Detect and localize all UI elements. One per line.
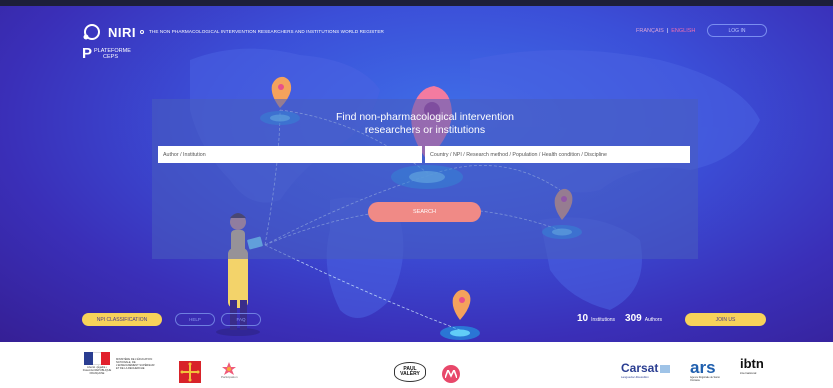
search-panel: Find non-pharmacological intervention re… xyxy=(152,99,698,259)
search-title-line2: researchers or institutions xyxy=(364,124,486,136)
plateforme-mark: P xyxy=(82,45,93,62)
map-pin-4 xyxy=(440,289,480,340)
ars-label: ars xyxy=(690,358,716,377)
occitanie-logo[interactable] xyxy=(179,361,201,383)
paul-valery-logo[interactable]: PAUL VALÉRY xyxy=(394,362,426,382)
logo-text: NIRI xyxy=(108,24,136,40)
join-us-button[interactable]: JOIN US xyxy=(685,313,766,326)
occitanie-cross-icon xyxy=(180,362,200,382)
language-switcher: FRANÇAIS | ENGLISH xyxy=(636,28,695,34)
faq-button[interactable]: FAQ xyxy=(221,313,261,326)
carsat-sub: Languedoc-Roussillon xyxy=(621,375,649,379)
carsat-badge-icon xyxy=(660,364,671,373)
lang-separator: | xyxy=(666,28,669,34)
tagline: THE NON PHARMACOLOGICAL INTERVENTION RES… xyxy=(140,29,384,34)
help-button[interactable]: HELP xyxy=(175,313,215,326)
hero-section: NIRI THE NON PHARMACOLOGICAL INTERVENTIO… xyxy=(0,0,833,342)
institutions-label: Institutions xyxy=(591,317,616,323)
tagline-dot-icon xyxy=(140,29,144,34)
login-button[interactable]: LOG IN xyxy=(707,24,767,37)
niri-logo[interactable]: NIRI xyxy=(82,22,136,42)
search-title: Find non-pharmacological intervention re… xyxy=(152,111,698,137)
stats-counter: 10 Institutions 309 Authors xyxy=(577,313,669,324)
tagline-text: THE NON PHARMACOLOGICAL INTERVENTION RES… xyxy=(149,29,384,34)
montpellier-m-icon xyxy=(445,370,457,378)
npi-classification-button[interactable]: NPI CLASSIFICATION xyxy=(82,313,162,326)
niri-logo-icon xyxy=(83,24,100,40)
search-button[interactable]: SEARCH xyxy=(368,202,481,222)
institutions-count: 10 xyxy=(577,313,589,324)
ministry-logo[interactable]: Liberté • Égalité • Fraternité RÉPUBLIQU… xyxy=(82,352,156,375)
plateforme-ceps-logo[interactable]: P PLATEFORME CEPS xyxy=(82,46,131,61)
criteria-input[interactable]: Country / NPI / Research method / Popula… xyxy=(425,146,690,163)
ars-logo[interactable]: ars Agence Régionale de Santé Occitanie xyxy=(690,358,730,382)
ars-sub: Agence Régionale de Santé Occitanie xyxy=(690,376,720,382)
ibtn-label: ibtn xyxy=(740,356,764,371)
participation-star-icon xyxy=(222,362,237,375)
lang-french-link[interactable]: FRANÇAIS xyxy=(636,28,664,34)
ibtn-logo[interactable]: ibtn international xyxy=(740,356,764,376)
valery-line2: VALÉRY xyxy=(400,371,420,377)
ministry-text: MINISTÈRE DE L'ÉDUCATION NATIONALE, DE L… xyxy=(116,357,155,370)
montpellier-logo[interactable] xyxy=(442,365,460,383)
participation-label: Participation xyxy=(221,375,238,379)
author-institution-input[interactable]: Author / Institution xyxy=(158,146,422,163)
ceps-label: CEPS xyxy=(103,54,118,60)
authors-label: Authors xyxy=(644,317,662,323)
lang-english-link[interactable]: ENGLISH xyxy=(671,28,695,34)
authors-count: 309 xyxy=(625,313,642,324)
carsat-label: Carsat xyxy=(621,361,659,375)
ibtn-sub: international xyxy=(740,371,757,375)
french-flag-icon xyxy=(84,352,111,365)
ministry-motto: Liberté • Égalité • Fraternité RÉPUBLIQU… xyxy=(82,366,112,375)
carsat-logo[interactable]: Carsat Languedoc-Roussillon xyxy=(621,361,671,379)
search-title-line1: Find non-pharmacological intervention xyxy=(335,111,515,123)
participation-logo[interactable]: Participation xyxy=(221,362,238,379)
